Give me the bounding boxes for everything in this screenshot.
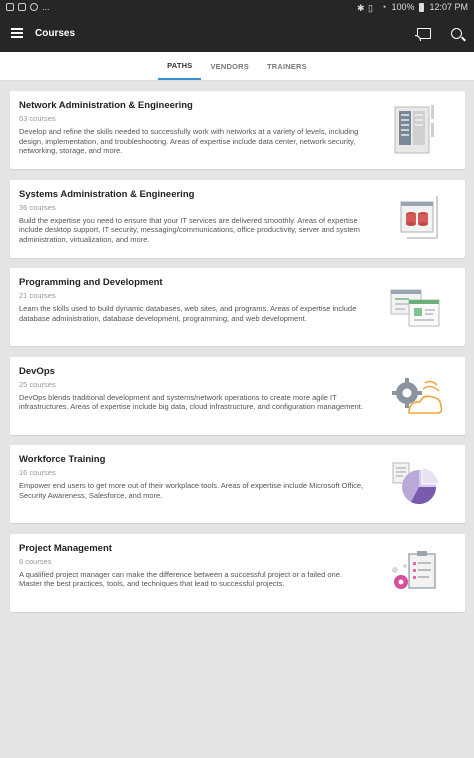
course-count: 36 courses [19,202,56,212]
page-title: Courses [35,27,76,39]
cloud-gear-icon [392,377,443,414]
course-count: 21 courses [19,291,56,300]
tab-paths[interactable]: PATHS [158,52,202,80]
card-title: Systems Administration & Engineering [19,188,195,200]
database-icon [400,195,438,239]
app-bar: Courses [0,14,474,52]
course-count: 16 courses [19,468,56,477]
course-count: 6 courses [19,556,52,566]
tab-bar: PATHS VENDORS TRAINERS [0,52,474,81]
cast-icon[interactable] [415,27,431,41]
card-description: Build the expertise you need to ensure t… [19,215,360,244]
card-title: Workforce Training [19,454,106,465]
battery-icon [419,2,425,12]
tab-trainers[interactable]: TRAINERS [258,52,316,80]
tab-vendors[interactable]: VENDORS [201,52,258,80]
overflow-indicator: ... [42,2,50,12]
pie-chart-icon [392,462,440,504]
path-card-workforce[interactable]: Workforce Training 16 courses Empower en… [10,445,465,523]
card-description: A qualified project manager can make the… [19,569,342,589]
path-list: Network Administration & Engineering 63 … [10,91,465,622]
vibrate-icon: ▯ [368,3,373,13]
card-title: DevOps [19,365,55,377]
path-card-systems[interactable]: Systems Administration & Engineering 36 … [10,179,465,258]
card-description: Learn the skills used to build dynamic d… [19,304,357,323]
notification-icon [30,3,38,11]
card-title: Network Administration & Engineering [19,100,193,111]
server-rack-icon [394,105,434,154]
path-card-network[interactable]: Network Administration & Engineering 63 … [10,91,465,169]
checklist-icon [392,550,436,589]
notification-icon [18,3,26,11]
course-count: 63 courses [19,114,56,123]
status-bar: ... ✱ ▯ ◔ 100% 12:07 PM [0,0,474,14]
search-icon[interactable] [451,27,462,39]
card-description: Empower end users to get more out of the… [19,481,364,500]
menu-icon[interactable] [11,28,23,38]
path-card-devops[interactable]: DevOps 25 courses DevOps blends traditio… [10,356,465,435]
wifi-icon: ◔ [381,2,387,12]
notification-icon [6,3,14,11]
code-window-icon [390,289,440,327]
path-card-programming[interactable]: Programming and Development 21 courses L… [10,268,465,346]
course-count: 25 courses [19,379,56,389]
card-description: DevOps blends traditional development an… [19,392,363,412]
bluetooth-icon: ✱ [357,3,365,13]
clock: 12:07 PM [429,2,468,12]
card-description: Develop and refine the skills needed to … [19,127,359,156]
card-title: Programming and Development [19,277,163,288]
path-card-project-management[interactable]: Project Management 6 courses A qualified… [10,533,465,612]
battery-percent: 100% [391,2,415,12]
card-title: Project Management [19,542,112,554]
